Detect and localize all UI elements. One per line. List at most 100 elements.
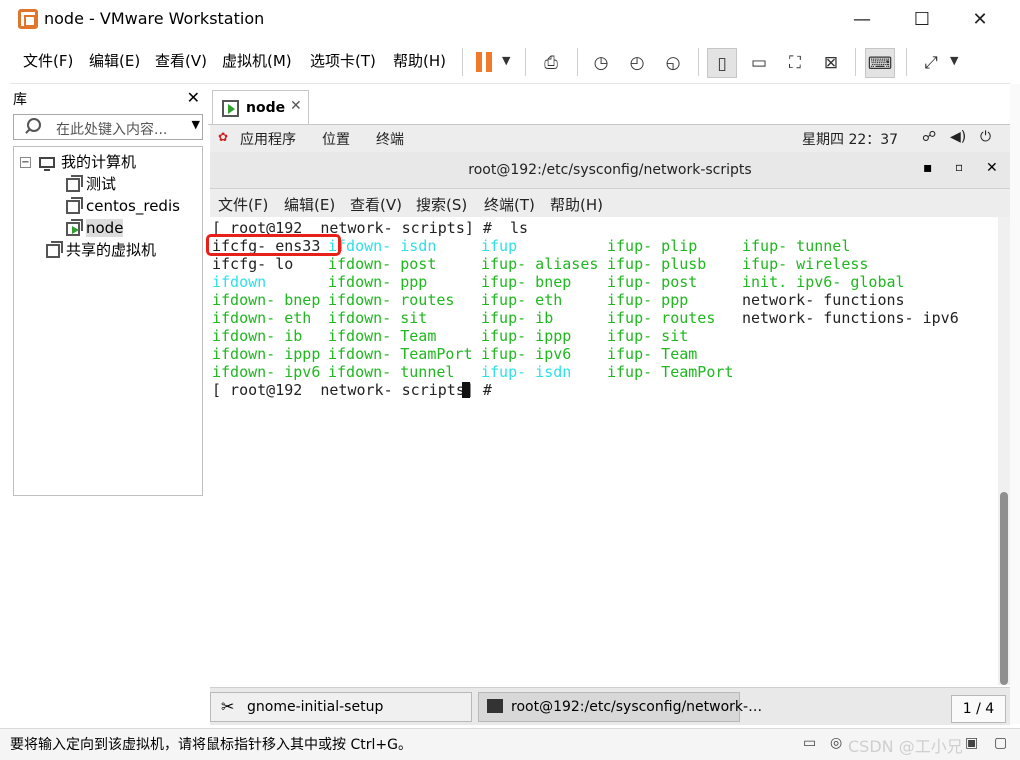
collapse-icon[interactable]: − xyxy=(20,157,31,168)
show-library-icon[interactable]: ▯ xyxy=(707,48,737,78)
ls-entry: ifdown- tunnel xyxy=(328,363,455,381)
computer-icon xyxy=(39,157,55,171)
shared-vm-icon xyxy=(46,240,63,258)
tree-item-vm[interactable]: centos_redis xyxy=(66,195,180,217)
terminal-menu-help[interactable]: 帮助(H) xyxy=(550,194,603,215)
gnome-clock[interactable]: 星期四 22：37 xyxy=(802,129,898,149)
menu-view[interactable]: 查看(V) xyxy=(155,50,207,71)
ls-entry: ifup- post xyxy=(607,273,698,291)
menubar: 文件(F) 编辑(E) 查看(V) 虚拟机(M) 选项卡(T) 帮助(H) ▼ … xyxy=(10,40,1010,84)
terminal-menu-terminal[interactable]: 终端(T) xyxy=(484,194,535,215)
full-screen-icon[interactable]: ⛶ xyxy=(780,48,810,78)
terminal-menu-search[interactable]: 搜索(S) xyxy=(416,194,467,215)
terminal-cursor xyxy=(462,382,470,398)
menu-file[interactable]: 文件(F) xyxy=(23,50,73,71)
ls-entry: ifdown- ippp xyxy=(212,345,321,363)
stretch-guest-icon[interactable]: ⤢ xyxy=(916,48,946,78)
tools-icon: ✂ xyxy=(221,697,235,716)
network-icon[interactable]: ☍ xyxy=(922,129,936,145)
terminal-title: root@192:/etc/sysconfig/network-scripts xyxy=(468,162,752,178)
tab-close-icon[interactable]: ✕ xyxy=(290,98,302,114)
ls-entry: ifup- eth xyxy=(481,291,563,309)
ls-entry: ifdown- isdn xyxy=(328,237,437,255)
cd-icon[interactable]: ◎ xyxy=(830,735,848,753)
ls-entry: ifup- ippp xyxy=(481,327,572,345)
terminal-menu-edit[interactable]: 编辑(E) xyxy=(284,194,335,215)
power-dropdown-icon[interactable]: ▼ xyxy=(502,54,510,67)
running-vm-icon xyxy=(222,100,239,117)
workspace-pager[interactable]: 1 / 4 xyxy=(951,695,1006,723)
maximize-button[interactable]: ☐ xyxy=(908,6,936,34)
gnome-terminal-menu[interactable]: 终端 xyxy=(376,129,404,149)
ls-entry: ifup- TeamPort xyxy=(607,363,734,381)
network-adapter-icon[interactable]: ▣ xyxy=(965,735,983,753)
terminal-maximize-button[interactable]: ▫ xyxy=(955,160,963,174)
ls-entry: ifup- tunnel xyxy=(742,237,851,255)
tree-item-vm-node[interactable]: node xyxy=(66,217,124,239)
tree-label: centos_redis xyxy=(86,197,180,215)
library-close-icon[interactable]: ✕ xyxy=(187,88,200,107)
library-search-input[interactable]: 在此处键入内容... ▼ xyxy=(13,114,203,140)
vm-icon xyxy=(66,196,83,214)
task-terminal[interactable]: root@192:/etc/sysconfig/network-… xyxy=(478,692,762,722)
terminal-output[interactable]: [ root@192 network- scripts] # ls ifcfg-… xyxy=(210,217,998,685)
menu-help[interactable]: 帮助(H) xyxy=(393,50,446,71)
toolbar-separator xyxy=(855,48,856,76)
library-panel: 库 ✕ 在此处键入内容... ▼ − 我的计算机 测试 centos_redis … xyxy=(10,88,206,498)
background-window-edge xyxy=(1010,84,1020,724)
terminal-scrollbar-thumb[interactable] xyxy=(1000,492,1008,685)
ls-entry: ifup- plip xyxy=(607,237,698,255)
ls-entry: ifdown- eth xyxy=(212,309,312,327)
menu-edit[interactable]: 编辑(E) xyxy=(89,50,140,71)
pause-icon[interactable] xyxy=(472,50,494,74)
minimize-button[interactable]: — xyxy=(848,6,876,34)
thumbnail-bar-icon[interactable]: ▭ xyxy=(744,48,774,78)
terminal-minimize-button[interactable]: ▪ xyxy=(923,160,933,176)
unity-icon[interactable]: ⊠ xyxy=(816,48,846,78)
close-button[interactable]: ✕ xyxy=(966,6,994,34)
toolbar-separator xyxy=(906,48,907,76)
message-icon[interactable]: ▢ xyxy=(994,735,1012,753)
ls-entry: network- functions- ipv6 xyxy=(742,309,959,327)
volume-icon[interactable]: ◀︎) xyxy=(950,129,966,145)
snapshot-take-icon[interactable]: ◷ xyxy=(586,48,616,78)
ls-entry: ifup- wireless xyxy=(742,255,869,273)
highlight-annotation xyxy=(206,234,341,256)
ls-entry: ifup- isdn xyxy=(481,363,572,381)
ls-entry: ifup- Team xyxy=(607,345,698,363)
console-view-icon[interactable]: ⌨ xyxy=(865,48,895,78)
library-title: 库 xyxy=(13,92,27,108)
tree-item-shared-vms[interactable]: 共享的虚拟机 xyxy=(46,239,156,261)
status-message: 要将输入定向到该虚拟机，请将鼠标指针移入其中或按 Ctrl+G。 xyxy=(10,737,412,753)
terminal-close-button[interactable]: ✕ xyxy=(986,160,998,176)
gnome-applications-menu[interactable]: 应用程序 xyxy=(240,129,296,149)
ls-entry: ifdown- sit xyxy=(328,309,428,327)
toolbar-separator xyxy=(525,48,526,76)
snapshot-manager-icon[interactable]: ◵ xyxy=(658,48,688,78)
terminal-titlebar: root@192:/etc/sysconfig/network-scripts … xyxy=(210,152,1010,189)
tree-item-my-computer[interactable]: − 我的计算机 xyxy=(20,151,136,173)
terminal-menu-view[interactable]: 查看(V) xyxy=(350,194,402,215)
stretch-dropdown-icon[interactable]: ▼ xyxy=(950,54,958,67)
hdd-icon[interactable]: ▭ xyxy=(803,735,821,753)
ls-entry: ifup- ppp xyxy=(607,291,689,309)
tree-label: 我的计算机 xyxy=(61,153,137,171)
toolbar-separator xyxy=(462,48,463,76)
send-ctrl-alt-del-icon[interactable]: ⎙ xyxy=(536,48,566,78)
power-icon[interactable]: ⏻ xyxy=(980,129,991,145)
snapshot-revert-icon[interactable]: ◴ xyxy=(622,48,652,78)
ls-entry: ifup- plusb xyxy=(607,255,707,273)
task-gnome-initial-setup[interactable]: ✂ gnome-initial-setup xyxy=(210,692,472,722)
window-title: node - VMware Workstation xyxy=(44,9,265,28)
tab-node[interactable]: node ✕ xyxy=(212,90,309,124)
ls-entry: init. ipv6- global xyxy=(742,273,905,291)
menu-tabs[interactable]: 选项卡(T) xyxy=(310,50,376,71)
tree-item-vm[interactable]: 测试 xyxy=(66,173,116,195)
terminal-menu-file[interactable]: 文件(F) xyxy=(218,194,268,215)
watermark: CSDN @工小兄 xyxy=(848,737,963,756)
menu-vm[interactable]: 虚拟机(M) xyxy=(222,50,292,71)
gnome-places-menu[interactable]: 位置 xyxy=(322,129,350,149)
gnome-top-bar: ✿ 应用程序 位置 终端 星期四 22：37 ☍ ◀︎) ⏻ xyxy=(210,125,1010,152)
search-dropdown-icon[interactable]: ▼ xyxy=(192,118,200,131)
toolbar-separator xyxy=(698,48,699,76)
